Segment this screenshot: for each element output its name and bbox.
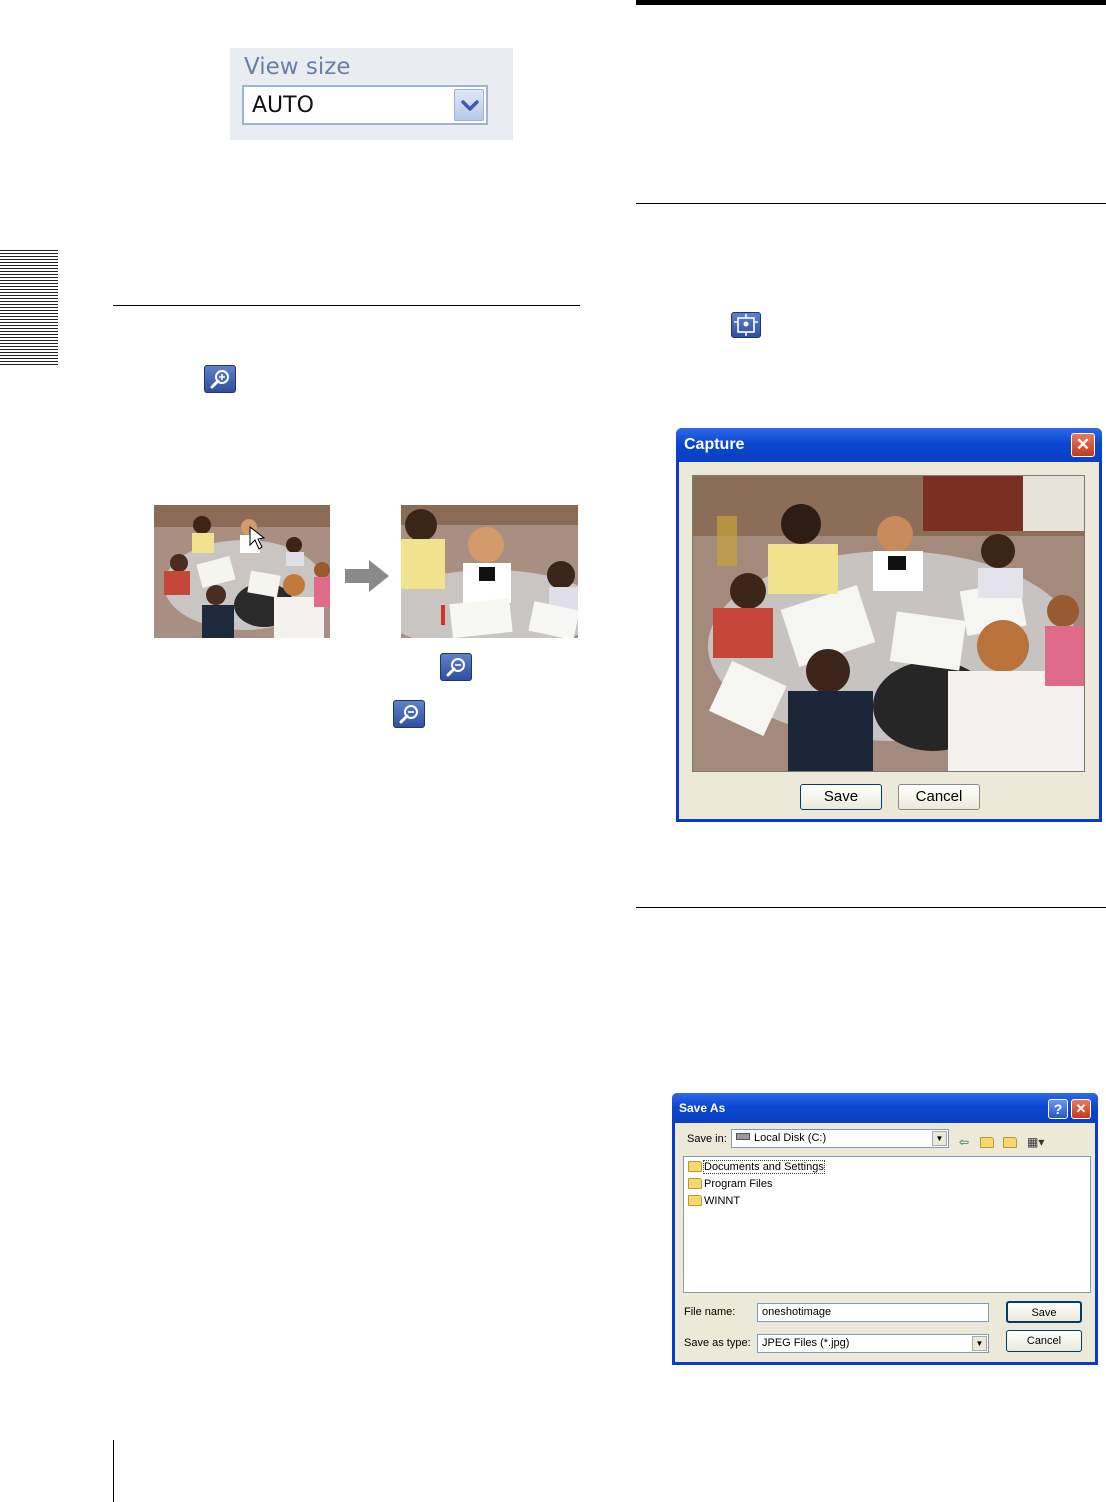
chevron-down-icon[interactable] — [454, 89, 484, 121]
list-item[interactable]: Program Files — [688, 1178, 772, 1192]
camera-image-zoomed — [401, 505, 578, 638]
save-as-titlebar: Save As ? ✕ — [672, 1093, 1098, 1123]
view-menu-icon[interactable]: ▦▾ — [1027, 1135, 1044, 1149]
capture-titlebar: Capture ✕ — [676, 428, 1102, 462]
cancel-button[interactable]: Cancel — [1006, 1330, 1082, 1352]
capture-save-button[interactable]: Save — [800, 784, 882, 810]
save-button[interactable]: Save — [1006, 1301, 1082, 1323]
chevron-down-icon[interactable]: ▼ — [932, 1131, 947, 1146]
zoom-in-icon[interactable] — [204, 365, 236, 393]
captured-image — [692, 475, 1085, 772]
file-name-field[interactable]: oneshotimage — [757, 1303, 989, 1322]
drive-icon — [736, 1133, 750, 1140]
folder-list[interactable]: Documents and Settings Program Files WIN… — [683, 1156, 1091, 1293]
save-as-title: Save As — [679, 1101, 726, 1115]
save-as-type-dropdown[interactable]: JPEG Files (*.jpg) ▼ — [757, 1334, 989, 1353]
folder-icon — [688, 1178, 702, 1189]
section-rule-right-2 — [636, 907, 1106, 908]
section-rule-left — [113, 305, 580, 306]
save-in-dropdown[interactable]: Local Disk (C:) ▼ — [731, 1129, 949, 1148]
folder-label: Documents and Settings — [703, 1160, 825, 1174]
back-icon[interactable]: ⇦ — [959, 1135, 969, 1149]
close-icon[interactable]: ✕ — [1071, 433, 1095, 457]
capture-cancel-button[interactable]: Cancel — [898, 784, 980, 810]
camera-image-before — [154, 505, 330, 638]
folder-label: WINNT — [704, 1195, 741, 1207]
view-size-panel: View size AUTO — [230, 48, 513, 140]
up-folder-icon[interactable] — [980, 1135, 994, 1149]
file-name-label: File name: — [684, 1306, 736, 1318]
chevron-down-icon[interactable]: ▼ — [972, 1336, 987, 1351]
folder-icon — [688, 1195, 702, 1206]
side-tab-marker — [0, 250, 58, 365]
capture-title: Capture — [684, 436, 745, 453]
save-in-value: Local Disk (C:) — [736, 1132, 826, 1144]
file-name-value: oneshotimage — [762, 1306, 832, 1318]
right-arrow-icon — [345, 560, 389, 597]
margin-rule — [113, 1440, 114, 1502]
view-size-value: AUTO — [252, 93, 314, 118]
close-icon[interactable]: ✕ — [1071, 1099, 1091, 1119]
save-as-client: Save in: Local Disk (C:) ▼ ⇦ ▦▾ Document… — [675, 1123, 1095, 1362]
save-as-type-value: JPEG Files (*.jpg) — [762, 1337, 850, 1349]
zoom-out-icon[interactable] — [393, 700, 425, 728]
capture-client: Save Cancel — [679, 462, 1099, 819]
save-as-dialog: Save As ? ✕ Save in: Local Disk (C:) ▼ ⇦… — [672, 1093, 1098, 1365]
zoom-out-icon[interactable] — [440, 653, 472, 681]
folder-label: Program Files — [704, 1178, 773, 1190]
capture-dialog: Capture ✕ Save Cancel — [676, 428, 1102, 822]
section-rule-right-1 — [636, 203, 1106, 204]
help-icon[interactable]: ? — [1048, 1099, 1068, 1119]
capture-icon[interactable] — [731, 312, 761, 338]
new-folder-icon[interactable] — [1003, 1135, 1017, 1149]
folder-icon — [688, 1161, 702, 1172]
view-size-select[interactable]: AUTO — [242, 85, 488, 125]
list-item[interactable]: WINNT — [688, 1195, 740, 1209]
save-as-type-label: Save as type: — [684, 1337, 751, 1349]
list-item[interactable]: Documents and Settings — [688, 1160, 825, 1175]
view-size-label: View size — [244, 54, 351, 80]
save-in-value-text: Local Disk (C:) — [754, 1132, 827, 1144]
heading-rule-thick — [636, 0, 1106, 5]
save-in-label: Save in: — [687, 1133, 727, 1145]
